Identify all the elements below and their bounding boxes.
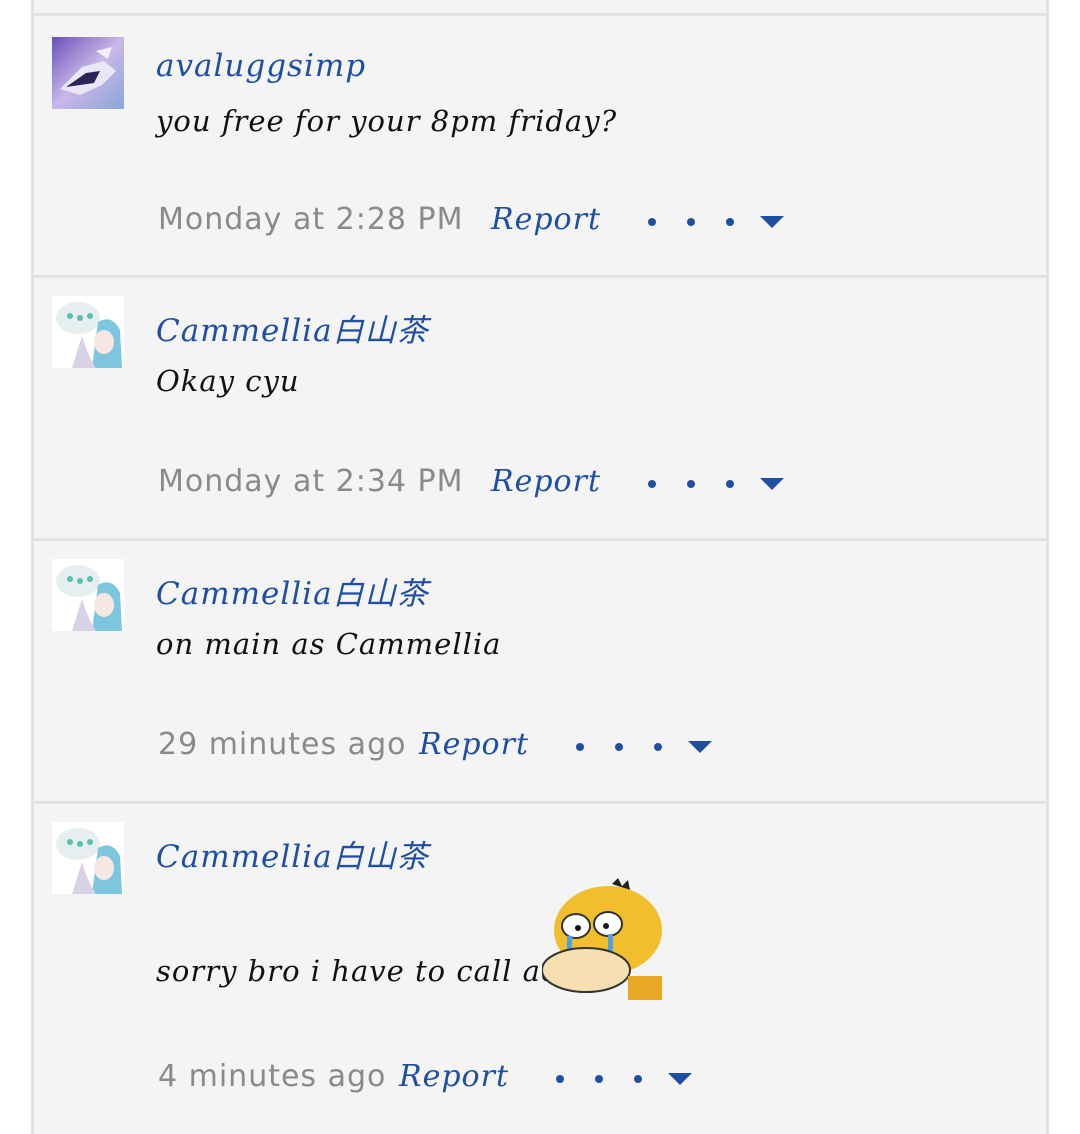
message-item: Cammellia白山茶 on main as Cammellia 29 min… — [34, 538, 1046, 801]
message-text: sorry bro i have to call act — [156, 954, 571, 988]
timestamp: 4 minutes ago — [158, 1059, 387, 1094]
chevron-down-icon — [688, 741, 712, 753]
username[interactable]: Cammellia白山茶 — [156, 305, 429, 350]
avatar[interactable] — [52, 296, 124, 368]
more-dots-icon — [556, 1075, 564, 1083]
username[interactable]: avaluggsimp — [156, 48, 366, 84]
message-text: Okay cyu — [156, 364, 300, 398]
timestamp: Monday at 2:34 PM — [158, 464, 464, 499]
report-link[interactable]: Report — [491, 202, 601, 237]
username[interactable]: Cammellia白山茶 — [156, 568, 429, 613]
more-dots-icon — [595, 1075, 603, 1083]
more-actions-button[interactable] — [648, 212, 798, 232]
message-text: you free for your 8pm friday? — [156, 104, 618, 138]
username[interactable]: Cammellia白山茶 — [156, 831, 429, 876]
message-item: Cammellia白山茶 Okay cyu Monday at 2:34 PM … — [34, 275, 1046, 538]
message-text: on main as Cammellia — [156, 627, 502, 661]
more-dots-icon — [615, 743, 623, 751]
more-dots-icon — [726, 218, 734, 226]
more-actions-button[interactable] — [576, 737, 726, 757]
more-dots-icon — [576, 743, 584, 751]
chevron-down-icon — [760, 216, 784, 228]
avatar[interactable] — [52, 559, 124, 631]
report-link[interactable]: Report — [399, 1059, 509, 1094]
more-dots-icon — [634, 1075, 642, 1083]
message-item: Cammellia白山茶 sorry bro i have to call ac… — [34, 801, 1046, 1134]
psyduck-sticker-image — [541, 878, 662, 1000]
chevron-down-icon — [760, 478, 784, 490]
message-item: avaluggsimp you free for your 8pm friday… — [34, 13, 1046, 275]
more-actions-button[interactable] — [556, 1069, 706, 1089]
more-actions-button[interactable] — [648, 474, 798, 494]
avatar[interactable] — [52, 822, 124, 894]
avatar[interactable] — [52, 37, 124, 109]
timestamp: 29 minutes ago — [158, 727, 407, 762]
more-dots-icon — [654, 743, 662, 751]
report-link[interactable]: Report — [491, 464, 601, 499]
more-dots-icon — [687, 218, 695, 226]
message-feed: avaluggsimp you free for your 8pm friday… — [31, 0, 1049, 1134]
more-dots-icon — [687, 480, 695, 488]
timestamp: Monday at 2:28 PM — [158, 202, 464, 237]
report-link[interactable]: Report — [419, 727, 529, 762]
more-dots-icon — [726, 480, 734, 488]
chevron-down-icon — [668, 1073, 692, 1085]
more-dots-icon — [648, 480, 656, 488]
more-dots-icon — [648, 218, 656, 226]
